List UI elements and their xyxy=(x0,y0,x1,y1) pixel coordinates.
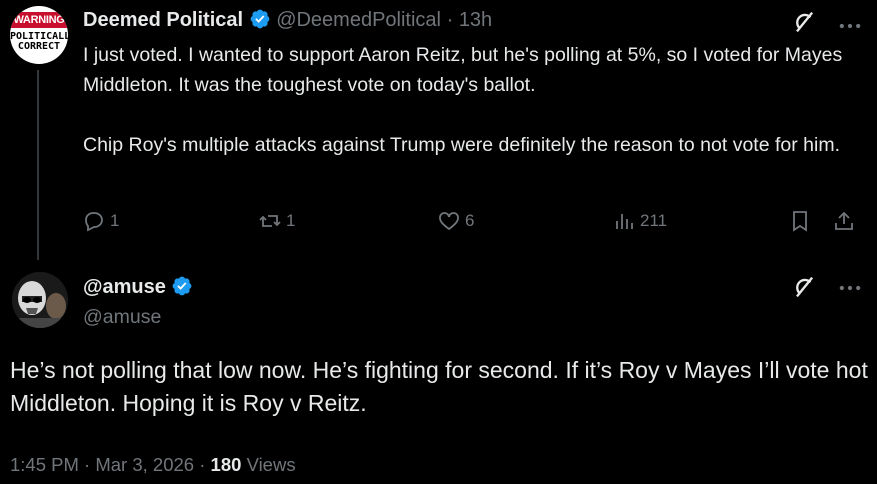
grok-icon[interactable] xyxy=(790,8,818,41)
avatar-warning-text: WARNING xyxy=(10,12,68,28)
meta-separator: · xyxy=(84,454,91,475)
parent-avatar[interactable]: WARNING POLITICALLY CORRECT xyxy=(10,6,68,64)
more-options-icon[interactable] xyxy=(836,274,864,307)
reply-header: @amuse xyxy=(83,275,193,299)
bookmark-icon xyxy=(793,211,807,232)
reply-display-name[interactable]: @amuse xyxy=(83,276,166,298)
repost-count: 1 xyxy=(286,211,296,230)
parent-tweet-text: I just voted. I wanted to support Aaron … xyxy=(83,40,863,160)
bookmark-action[interactable] xyxy=(788,206,812,236)
time-separator: · xyxy=(446,9,454,31)
reply-icon xyxy=(85,212,103,232)
share-action[interactable] xyxy=(832,206,856,236)
reply-metadata: 1:45 PM · Mar 3, 2026 · 180 Views xyxy=(10,454,296,476)
repost-action[interactable]: 1 xyxy=(258,206,295,236)
repost-icon xyxy=(259,215,281,227)
meta-separator: · xyxy=(199,454,206,475)
verified-badge-icon[interactable] xyxy=(249,8,271,30)
reply-handle[interactable]: @amuse xyxy=(83,306,161,329)
reply-avatar[interactable] xyxy=(12,272,68,328)
reply-date[interactable]: Mar 3, 2026 xyxy=(95,454,194,475)
parent-display-name[interactable]: Deemed Political xyxy=(83,9,243,31)
grok-icon[interactable] xyxy=(790,273,818,306)
heart-icon xyxy=(439,212,459,231)
views-action[interactable]: 211 xyxy=(612,206,667,236)
parent-time[interactable]: 13h xyxy=(459,9,492,31)
avatar-political-text: POLITICALLY CORRECT xyxy=(10,31,68,52)
reply-tweet-text: He’s not polling that low now. He’s figh… xyxy=(10,357,868,416)
like-action[interactable]: 6 xyxy=(437,206,474,236)
reply-views-label: Views xyxy=(246,454,296,475)
reply-views-count: 180 xyxy=(210,454,242,475)
parent-paragraph-1: I just voted. I wanted to support Aaron … xyxy=(83,44,843,96)
thread-connector-line xyxy=(37,70,39,260)
views-count: 211 xyxy=(640,211,668,230)
reply-action[interactable]: 1 xyxy=(82,206,119,236)
parent-header: Deemed Political @DeemedPolitical · 13h xyxy=(83,8,492,32)
reply-time[interactable]: 1:45 PM xyxy=(10,454,79,475)
reply-count: 1 xyxy=(110,211,120,230)
like-count: 6 xyxy=(465,211,475,230)
share-icon xyxy=(835,211,853,230)
parent-handle[interactable]: @DeemedPolitical xyxy=(276,9,441,31)
analytics-icon xyxy=(616,214,633,229)
parent-paragraph-2: Chip Roy's multiple attacks against Trum… xyxy=(83,134,840,156)
stormtrooper-avatar-image xyxy=(12,272,68,328)
verified-badge-icon[interactable] xyxy=(171,275,193,297)
